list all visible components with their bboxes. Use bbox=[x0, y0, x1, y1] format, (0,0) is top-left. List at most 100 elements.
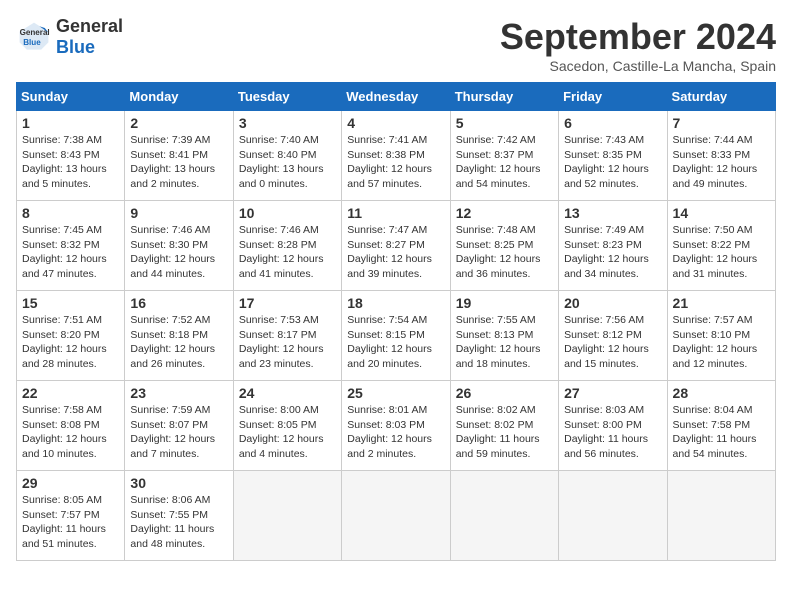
weekday-header-sunday: Sunday bbox=[17, 83, 125, 111]
day-info: Sunrise: 8:01 AM Sunset: 8:03 PM Dayligh… bbox=[347, 403, 444, 462]
day-cell-20: 20 Sunrise: 7:56 AM Sunset: 8:12 PM Dayli… bbox=[559, 291, 667, 381]
calendar-week-5: 29 Sunrise: 8:05 AM Sunset: 7:57 PM Dayli… bbox=[17, 471, 776, 561]
day-cell-6: 6Sunrise: 7:43 AM Sunset: 8:35 PM Daylig… bbox=[559, 111, 667, 201]
location-subtitle: Sacedon, Castille-La Mancha, Spain bbox=[500, 58, 776, 74]
empty-cell bbox=[559, 471, 667, 561]
empty-cell bbox=[233, 471, 341, 561]
day-info: Sunrise: 7:48 AM Sunset: 8:25 PM Dayligh… bbox=[456, 223, 553, 282]
weekday-header-friday: Friday bbox=[559, 83, 667, 111]
day-info: Sunrise: 8:00 AM Sunset: 8:05 PM Dayligh… bbox=[239, 403, 336, 462]
logo: General Blue General Blue bbox=[16, 16, 123, 57]
day-info: Sunrise: 8:04 AM Sunset: 7:58 PM Dayligh… bbox=[673, 403, 770, 462]
day-cell-27: 27 Sunrise: 8:03 AM Sunset: 8:00 PM Dayli… bbox=[559, 381, 667, 471]
day-cell-19: 19 Sunrise: 7:55 AM Sunset: 8:13 PM Dayli… bbox=[450, 291, 558, 381]
day-info: Sunrise: 7:43 AM Sunset: 8:35 PM Dayligh… bbox=[564, 133, 661, 192]
day-number: 2 bbox=[130, 115, 227, 131]
day-info: Sunrise: 8:05 AM Sunset: 7:57 PM Dayligh… bbox=[22, 493, 119, 552]
day-info: Sunrise: 7:59 AM Sunset: 8:07 PM Dayligh… bbox=[130, 403, 227, 462]
day-cell-24: 24 Sunrise: 8:00 AM Sunset: 8:05 PM Dayli… bbox=[233, 381, 341, 471]
day-cell-4: 4 Sunrise: 7:41 AM Sunset: 8:38 PM Daylig… bbox=[342, 111, 450, 201]
day-cell-5: 5Sunrise: 7:42 AM Sunset: 8:37 PM Daylig… bbox=[450, 111, 558, 201]
day-number: 27 bbox=[564, 385, 661, 401]
day-cell-11: 11 Sunrise: 7:47 AM Sunset: 8:27 PM Dayli… bbox=[342, 201, 450, 291]
weekday-header-row: SundayMondayTuesdayWednesdayThursdayFrid… bbox=[17, 83, 776, 111]
title-block: September 2024 Sacedon, Castille-La Manc… bbox=[500, 16, 776, 74]
day-info: Sunrise: 7:44 AM Sunset: 8:33 PM Dayligh… bbox=[673, 133, 770, 192]
day-cell-22: 22Sunrise: 7:58 AM Sunset: 8:08 PM Dayli… bbox=[17, 381, 125, 471]
day-cell-15: 15 Sunrise: 7:51 AM Sunset: 8:20 PM Dayli… bbox=[17, 291, 125, 381]
day-info: Sunrise: 7:46 AM Sunset: 8:28 PM Dayligh… bbox=[239, 223, 336, 282]
day-info: Sunrise: 7:57 AM Sunset: 8:10 PM Dayligh… bbox=[673, 313, 770, 372]
day-info: Sunrise: 7:38 AM Sunset: 8:43 PM Dayligh… bbox=[22, 133, 119, 192]
empty-cell bbox=[450, 471, 558, 561]
day-info: Sunrise: 7:55 AM Sunset: 8:13 PM Dayligh… bbox=[456, 313, 553, 372]
day-info: Sunrise: 7:51 AM Sunset: 8:20 PM Dayligh… bbox=[22, 313, 119, 372]
day-number: 29 bbox=[22, 475, 119, 491]
day-info: Sunrise: 7:40 AM Sunset: 8:40 PM Dayligh… bbox=[239, 133, 336, 192]
empty-cell bbox=[667, 471, 775, 561]
calendar-table: SundayMondayTuesdayWednesdayThursdayFrid… bbox=[16, 82, 776, 561]
day-cell-18: 18 Sunrise: 7:54 AM Sunset: 8:15 PM Dayli… bbox=[342, 291, 450, 381]
weekday-header-saturday: Saturday bbox=[667, 83, 775, 111]
weekday-header-thursday: Thursday bbox=[450, 83, 558, 111]
day-info: Sunrise: 7:42 AM Sunset: 8:37 PM Dayligh… bbox=[456, 133, 553, 192]
day-number: 19 bbox=[456, 295, 553, 311]
day-number: 10 bbox=[239, 205, 336, 221]
logo-general: General bbox=[56, 16, 123, 37]
day-number: 25 bbox=[347, 385, 444, 401]
weekday-header-tuesday: Tuesday bbox=[233, 83, 341, 111]
day-number: 18 bbox=[347, 295, 444, 311]
day-number: 7 bbox=[673, 115, 770, 131]
day-cell-25: 25 Sunrise: 8:01 AM Sunset: 8:03 PM Dayli… bbox=[342, 381, 450, 471]
day-cell-3: 3Sunrise: 7:40 AM Sunset: 8:40 PM Daylig… bbox=[233, 111, 341, 201]
calendar-week-3: 15 Sunrise: 7:51 AM Sunset: 8:20 PM Dayli… bbox=[17, 291, 776, 381]
day-number: 16 bbox=[130, 295, 227, 311]
day-info: Sunrise: 8:02 AM Sunset: 8:02 PM Dayligh… bbox=[456, 403, 553, 462]
day-cell-10: 10 Sunrise: 7:46 AM Sunset: 8:28 PM Dayli… bbox=[233, 201, 341, 291]
day-cell-16: 16 Sunrise: 7:52 AM Sunset: 8:18 PM Dayli… bbox=[125, 291, 233, 381]
day-number: 23 bbox=[130, 385, 227, 401]
day-cell-30: 30 Sunrise: 8:06 AM Sunset: 7:55 PM Dayli… bbox=[125, 471, 233, 561]
day-info: Sunrise: 8:06 AM Sunset: 7:55 PM Dayligh… bbox=[130, 493, 227, 552]
month-title: September 2024 bbox=[500, 16, 776, 58]
day-number: 9 bbox=[130, 205, 227, 221]
day-info: Sunrise: 7:45 AM Sunset: 8:32 PM Dayligh… bbox=[22, 223, 119, 282]
day-info: Sunrise: 7:56 AM Sunset: 8:12 PM Dayligh… bbox=[564, 313, 661, 372]
day-number: 15 bbox=[22, 295, 119, 311]
day-cell-14: 14Sunrise: 7:50 AM Sunset: 8:22 PM Dayli… bbox=[667, 201, 775, 291]
day-info: Sunrise: 7:58 AM Sunset: 8:08 PM Dayligh… bbox=[22, 403, 119, 462]
day-number: 20 bbox=[564, 295, 661, 311]
day-number: 1 bbox=[22, 115, 119, 131]
day-cell-28: 28Sunrise: 8:04 AM Sunset: 7:58 PM Dayli… bbox=[667, 381, 775, 471]
day-number: 24 bbox=[239, 385, 336, 401]
calendar-body: 1 Sunrise: 7:38 AM Sunset: 8:43 PM Daylig… bbox=[17, 111, 776, 561]
page-header: General Blue General Blue September 2024… bbox=[16, 16, 776, 74]
day-number: 8 bbox=[22, 205, 119, 221]
day-number: 4 bbox=[347, 115, 444, 131]
calendar-header: SundayMondayTuesdayWednesdayThursdayFrid… bbox=[17, 83, 776, 111]
svg-text:Blue: Blue bbox=[23, 38, 41, 47]
day-cell-12: 12Sunrise: 7:48 AM Sunset: 8:25 PM Dayli… bbox=[450, 201, 558, 291]
day-info: Sunrise: 7:53 AM Sunset: 8:17 PM Dayligh… bbox=[239, 313, 336, 372]
day-info: Sunrise: 8:03 AM Sunset: 8:00 PM Dayligh… bbox=[564, 403, 661, 462]
day-number: 13 bbox=[564, 205, 661, 221]
day-info: Sunrise: 7:52 AM Sunset: 8:18 PM Dayligh… bbox=[130, 313, 227, 372]
day-info: Sunrise: 7:47 AM Sunset: 8:27 PM Dayligh… bbox=[347, 223, 444, 282]
day-cell-13: 13 Sunrise: 7:49 AM Sunset: 8:23 PM Dayli… bbox=[559, 201, 667, 291]
weekday-header-wednesday: Wednesday bbox=[342, 83, 450, 111]
day-info: Sunrise: 7:54 AM Sunset: 8:15 PM Dayligh… bbox=[347, 313, 444, 372]
day-number: 30 bbox=[130, 475, 227, 491]
calendar-week-1: 1 Sunrise: 7:38 AM Sunset: 8:43 PM Daylig… bbox=[17, 111, 776, 201]
calendar-week-2: 8 Sunrise: 7:45 AM Sunset: 8:32 PM Daylig… bbox=[17, 201, 776, 291]
day-number: 21 bbox=[673, 295, 770, 311]
day-cell-9: 9Sunrise: 7:46 AM Sunset: 8:30 PM Daylig… bbox=[125, 201, 233, 291]
day-cell-17: 17Sunrise: 7:53 AM Sunset: 8:17 PM Dayli… bbox=[233, 291, 341, 381]
day-cell-1: 1 Sunrise: 7:38 AM Sunset: 8:43 PM Daylig… bbox=[17, 111, 125, 201]
day-number: 11 bbox=[347, 205, 444, 221]
day-info: Sunrise: 7:49 AM Sunset: 8:23 PM Dayligh… bbox=[564, 223, 661, 282]
day-info: Sunrise: 7:41 AM Sunset: 8:38 PM Dayligh… bbox=[347, 133, 444, 192]
day-cell-21: 21 Sunrise: 7:57 AM Sunset: 8:10 PM Dayli… bbox=[667, 291, 775, 381]
day-info: Sunrise: 7:50 AM Sunset: 8:22 PM Dayligh… bbox=[673, 223, 770, 282]
day-cell-29: 29 Sunrise: 8:05 AM Sunset: 7:57 PM Dayli… bbox=[17, 471, 125, 561]
calendar-week-4: 22Sunrise: 7:58 AM Sunset: 8:08 PM Dayli… bbox=[17, 381, 776, 471]
